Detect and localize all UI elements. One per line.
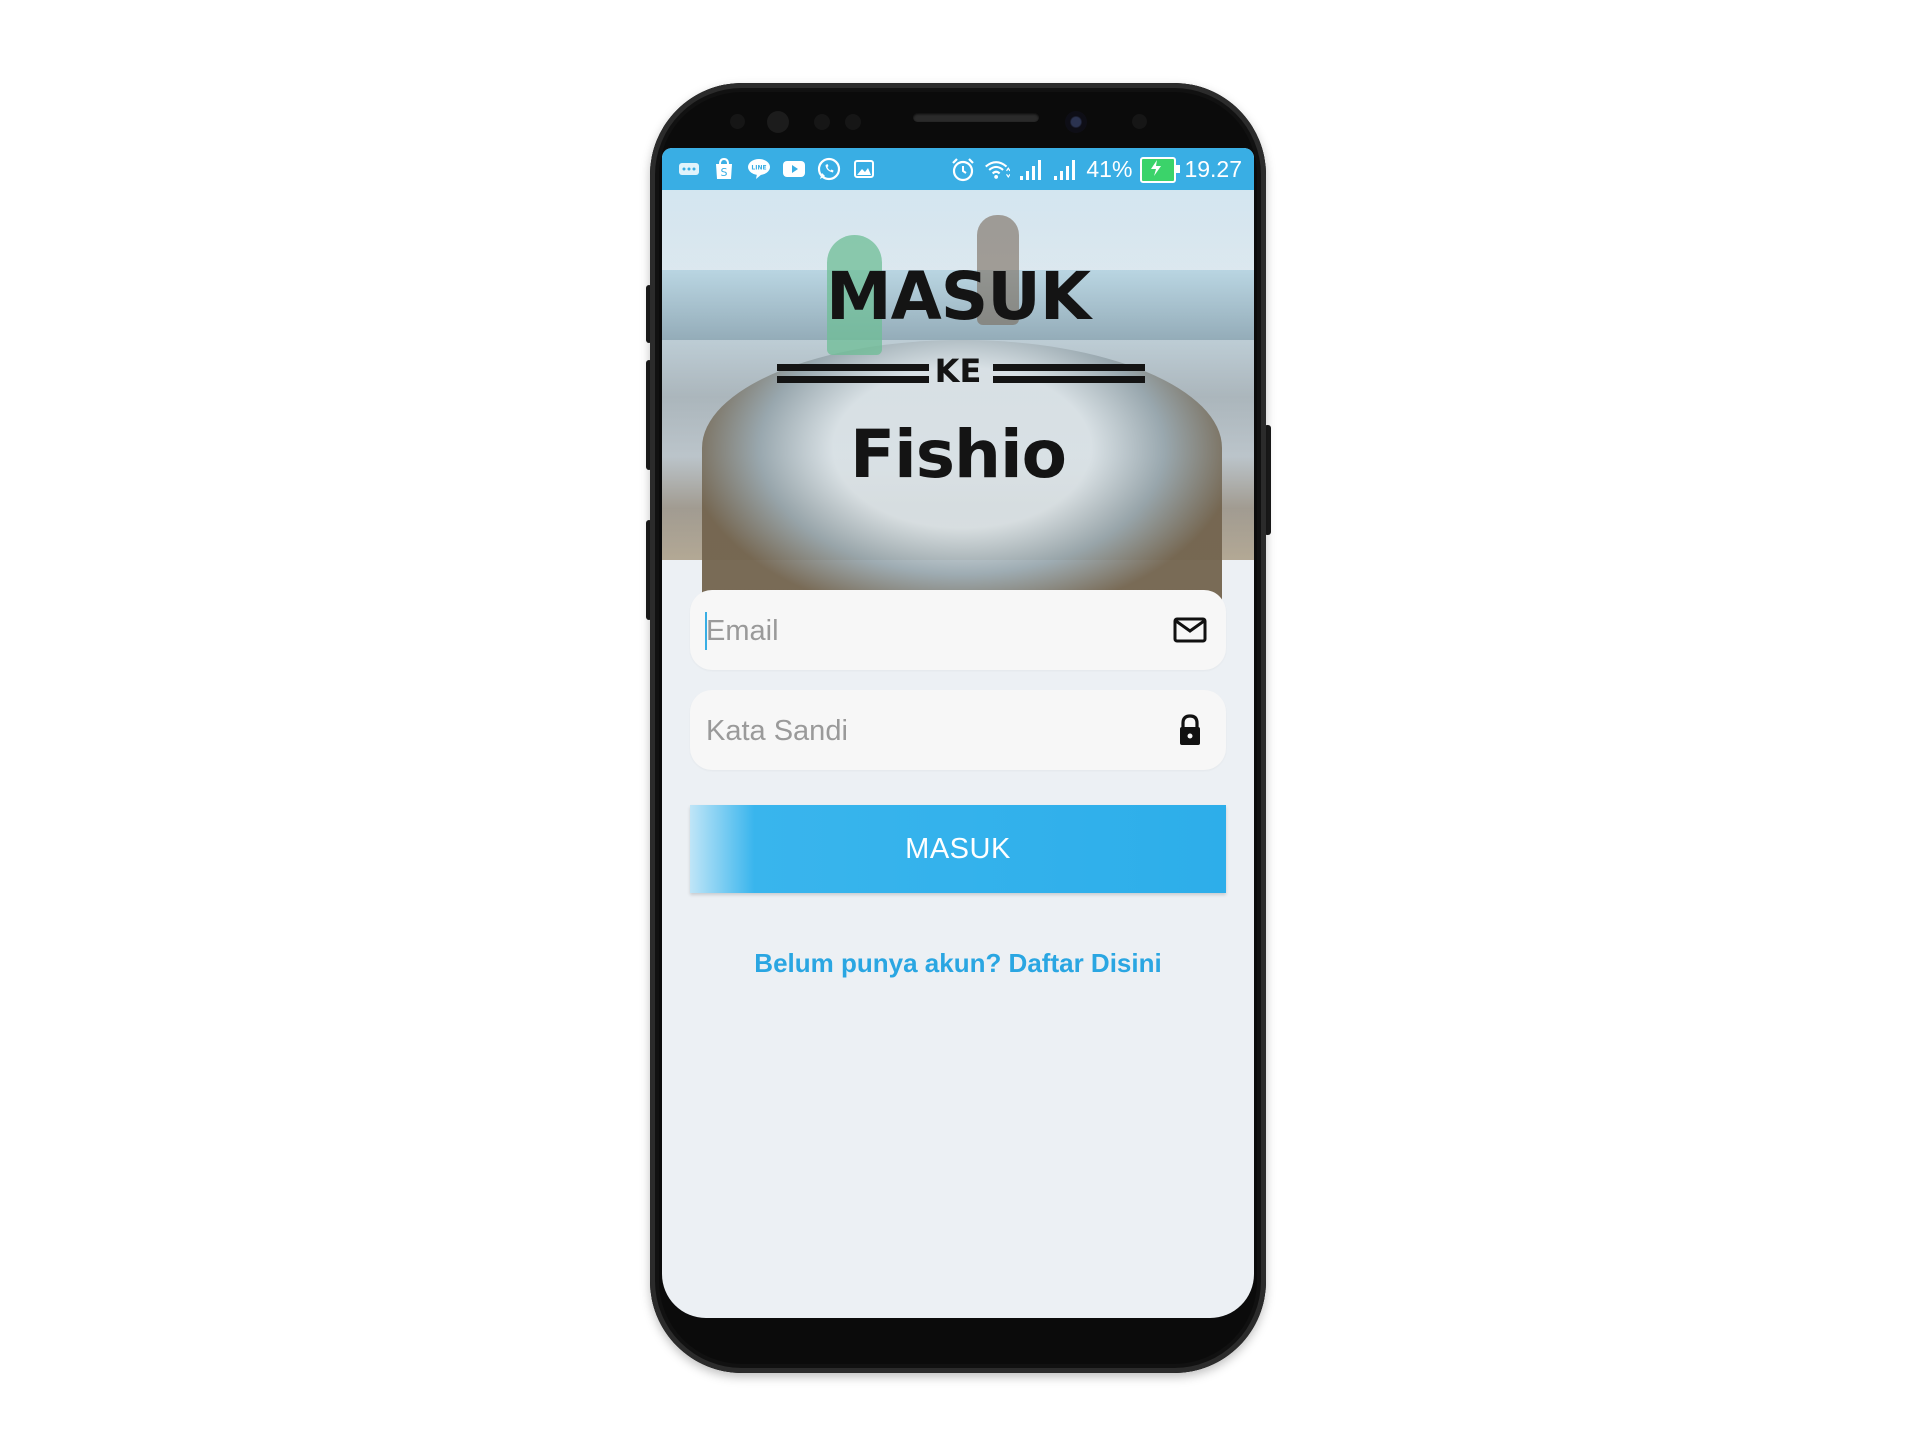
hero-title-app-name: Fishio	[850, 416, 1067, 493]
front-camera	[1065, 111, 1087, 133]
email-input[interactable]	[704, 602, 1138, 660]
status-time: 19.27	[1184, 156, 1242, 182]
battery-percent: 41%	[1086, 156, 1133, 182]
phone-sensor	[730, 114, 745, 129]
svg-text:S: S	[721, 166, 728, 179]
more-icon	[676, 156, 702, 182]
line-icon: LINE	[746, 156, 772, 182]
app-screen: S LINE 41% 19.27 MASUK KE Fishio Email M…	[662, 148, 1254, 1318]
whatsapp-icon	[816, 156, 842, 182]
hero-title-ke: KE	[934, 352, 982, 390]
phone-sensor	[845, 114, 861, 130]
envelope-icon	[1170, 610, 1210, 650]
gallery-icon	[851, 156, 877, 182]
phone-sensor	[814, 114, 830, 130]
hero-title-masuk: MASUK	[825, 258, 1091, 335]
lock-icon	[1170, 710, 1210, 750]
phone-sensor	[767, 111, 789, 133]
alarm-icon	[950, 157, 976, 183]
shopee-icon: S	[711, 156, 737, 182]
hero-banner: MASUK KE Fishio	[662, 190, 1254, 610]
signal-icon	[1052, 157, 1078, 183]
svg-text:LINE: LINE	[751, 165, 766, 172]
login-button[interactable]: MASUK	[690, 805, 1226, 893]
title-divider	[993, 376, 1145, 383]
status-right: 41% 19.27	[950, 156, 1242, 183]
wifi-icon	[984, 157, 1011, 183]
title-divider	[993, 364, 1145, 371]
password-field[interactable]	[690, 690, 1226, 770]
phone-sensor	[1132, 114, 1147, 129]
register-link[interactable]: Belum punya akun? Daftar Disini	[662, 948, 1254, 979]
youtube-icon	[781, 156, 807, 182]
battery-charging-icon	[1140, 156, 1181, 183]
email-field[interactable]	[690, 590, 1226, 670]
phone-speaker	[913, 113, 1039, 122]
text-caret	[705, 612, 707, 650]
signal-icon	[1018, 157, 1044, 183]
status-bar: S LINE 41% 19.27	[662, 148, 1254, 190]
password-input[interactable]	[704, 702, 1138, 760]
notification-icons: S LINE	[676, 156, 877, 182]
